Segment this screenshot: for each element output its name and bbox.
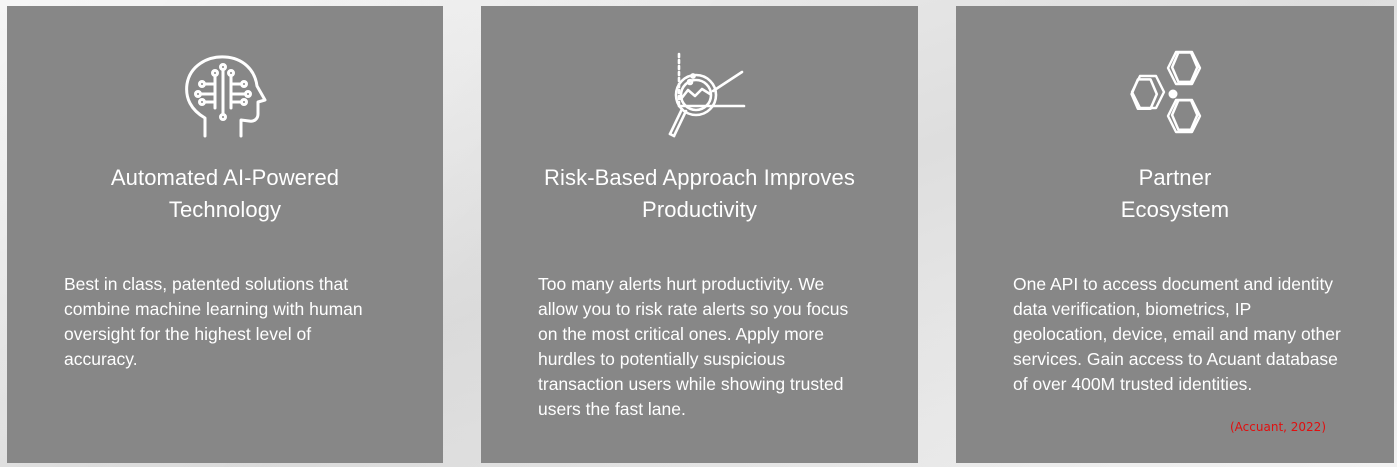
card-description: One API to access document and identity …: [1013, 272, 1354, 397]
card-body-line: hurdles to potentially suspicious: [538, 349, 786, 369]
card-title-line: Ecosystem: [1120, 197, 1230, 222]
card-title-line: Automated AI-Powered: [110, 165, 340, 190]
hexagon-network-icon: [1125, 48, 1225, 148]
card-body-line: transaction users while showing trusted: [538, 374, 844, 394]
card-title-line: Risk-Based Approach Improves: [544, 165, 855, 190]
card-body-line: on the most critical ones. Apply more: [538, 324, 824, 344]
card-description: Too many alerts hurt productivity. We al…: [538, 272, 878, 422]
card-body-line: data verification, biometrics, IP: [1013, 299, 1252, 319]
card-body-line: Best in class, patented solutions that: [64, 274, 349, 294]
card-title: Partner Ecosystem: [976, 162, 1374, 226]
feature-card-partner: Partner Ecosystem One API to access docu…: [956, 6, 1394, 463]
card-body-line: geolocation, device, email and many othe…: [1013, 324, 1341, 344]
card-body-line: combine machine learning with human: [64, 299, 363, 319]
card-body-line: users the fast lane.: [538, 399, 686, 419]
card-description: Best in class, patented solutions that c…: [64, 272, 403, 372]
card-body-line: of over 400M trusted identities.: [1013, 374, 1253, 394]
card-body-line: allow you to risk rate alerts so you foc…: [538, 299, 849, 319]
card-body-line: oversight for the highest level of: [64, 324, 312, 344]
card-body-line: Too many alerts hurt productivity. We: [538, 274, 825, 294]
feature-card-ai: Automated AI-Powered Technology Best in …: [7, 6, 443, 463]
ai-brain-icon: [175, 48, 275, 148]
card-body-line: accuracy.: [64, 349, 138, 369]
citation-note: (Accuant, 2022): [1230, 420, 1326, 434]
card-title: Risk-Based Approach Improves Productivit…: [501, 162, 898, 226]
feature-card-risk: Risk-Based Approach Improves Productivit…: [481, 6, 918, 463]
card-body-line: services. Gain access to Acuant database: [1013, 349, 1338, 369]
card-title-line: Technology: [168, 197, 282, 222]
card-title-line: Productivity: [642, 197, 757, 222]
magnifier-chart-icon: [650, 48, 750, 148]
card-title: Automated AI-Powered Technology: [27, 162, 423, 226]
card-body-line: One API to access document and identity: [1013, 274, 1334, 294]
card-title-line: Partner: [1138, 165, 1212, 190]
